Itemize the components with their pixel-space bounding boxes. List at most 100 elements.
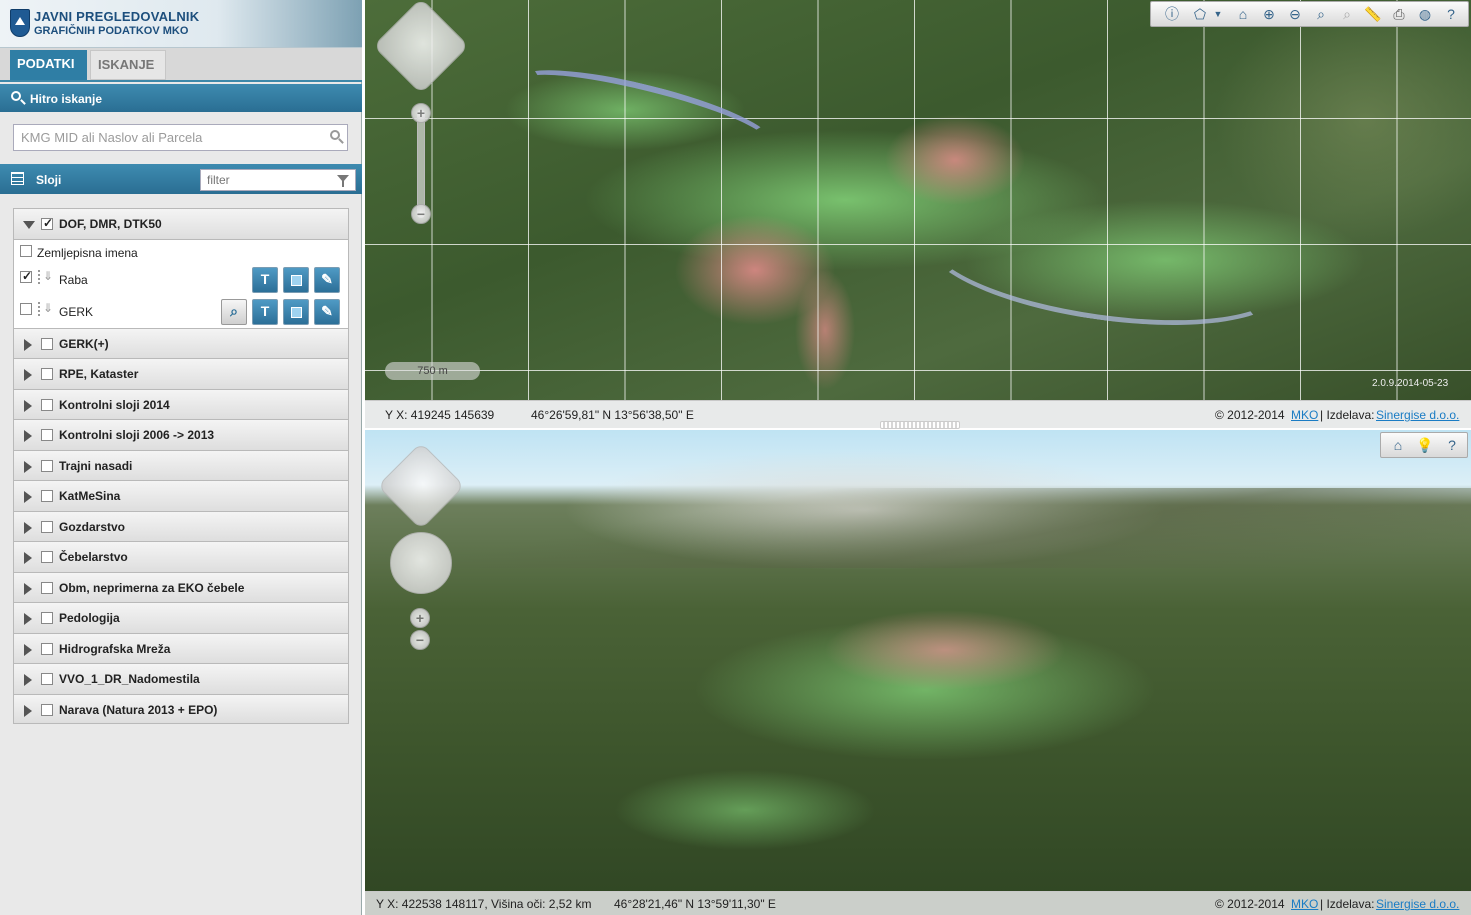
expand-triangle-icon[interactable] (24, 338, 32, 351)
layer-checkbox[interactable] (20, 269, 32, 283)
drag-handle-icon[interactable] (38, 269, 53, 286)
layer-group-checkbox[interactable] (41, 490, 53, 502)
quick-search-title: Hitro iskanje (30, 92, 103, 106)
view-splitter-handle[interactable] (880, 421, 960, 429)
text-icon[interactable]: T (252, 266, 278, 293)
layer-group-checkbox[interactable] (41, 551, 53, 563)
style-brush-icon[interactable]: ✎ (314, 266, 340, 293)
help-icon[interactable]: ? (1440, 4, 1462, 24)
drag-handle-icon[interactable] (38, 301, 53, 318)
filter-funnel-icon[interactable] (337, 175, 349, 187)
copyright-text: © 2012-2014 (1215, 408, 1285, 422)
layer-group[interactable]: Gozdarstvo (13, 510, 349, 541)
zoom-in-icon[interactable]: + (411, 103, 431, 123)
layer-group[interactable]: Kontrolni sloji 2014 (13, 388, 349, 419)
sidebar: JAVNI PREGLEDOVALNIK GRAFIČNIH PODATKOV … (0, 0, 362, 915)
layer-checkbox[interactable] (20, 302, 32, 315)
layer-group[interactable]: Obm, neprimerna za EKO čebele (13, 571, 349, 602)
expand-triangle-icon[interactable] (24, 521, 32, 534)
expand-triangle-icon[interactable] (24, 552, 32, 564)
tab-podatki[interactable]: PODATKI (10, 50, 87, 80)
globe-icon[interactable]: ◍ (1414, 4, 1436, 24)
style-brush-icon[interactable]: ✎ (314, 298, 340, 325)
layer-group-checkbox[interactable] (41, 581, 53, 594)
layer-group[interactable]: Čebelarstvo (13, 541, 349, 572)
map-3d-view[interactable]: + − (365, 430, 1471, 915)
expand-triangle-icon[interactable] (24, 674, 32, 686)
map-2d-view[interactable]: + − 750 m 2.0.9.2014-05-23 (365, 0, 1471, 400)
layer-group-label: GERK(+) (59, 336, 109, 351)
expand-triangle-icon[interactable] (24, 399, 32, 412)
layer-group-checkbox[interactable] (41, 703, 53, 716)
zoom-box-icon[interactable]: ⌕ (1310, 4, 1332, 24)
tab-iskanje[interactable]: ISKANJE (90, 50, 166, 80)
zoom-out-icon[interactable]: − (411, 204, 431, 224)
layer-group-label: Kontrolni sloji 2006 -> 2013 (59, 428, 215, 442)
legend-box-icon[interactable] (283, 266, 309, 293)
layer-group-checkbox[interactable] (41, 673, 53, 685)
layer-group-checkbox[interactable] (41, 642, 53, 655)
collapse-triangle-icon[interactable] (23, 221, 35, 229)
scale-bar: 750 m (385, 362, 480, 380)
measure-icon[interactable]: 📏 (1362, 4, 1384, 24)
search-icon[interactable]: ⌕ (221, 298, 247, 325)
layer-label: GERK (59, 304, 94, 319)
layer-group-checkbox[interactable] (41, 612, 53, 624)
text-icon[interactable]: T (252, 298, 278, 325)
zoom-out-icon[interactable]: ⊖ (1284, 4, 1306, 24)
layer-group[interactable]: Pedologija (13, 602, 349, 633)
sinergise-link[interactable]: Sinergise d.o.o. (1376, 408, 1459, 422)
layer-row: GERK ⌕ T ✎ (14, 296, 348, 328)
layer-group[interactable]: Hidrografska Mreža (13, 632, 349, 663)
layer-group-checkbox[interactable] (41, 337, 53, 350)
mko-link[interactable]: MKO (1291, 408, 1318, 422)
expand-triangle-icon[interactable] (24, 613, 32, 625)
zoom-in-icon[interactable]: ⊕ (1258, 4, 1280, 24)
layer-group[interactable]: VVO_1_DR_Nadomestila (13, 663, 349, 694)
info-icon[interactable]: ⓘ (1161, 4, 1183, 24)
zoom-in-icon[interactable]: + (410, 608, 430, 628)
lightbulb-icon[interactable]: 💡 (1414, 435, 1436, 455)
search-input[interactable] (13, 124, 348, 151)
help-icon[interactable]: ? (1441, 435, 1463, 455)
expand-triangle-icon[interactable] (24, 491, 32, 503)
layer-group[interactable]: KatMeSina (13, 480, 349, 511)
layer-group-checkbox[interactable] (41, 216, 53, 230)
layer-group-checkbox[interactable] (41, 520, 53, 533)
legend-box-icon[interactable] (283, 298, 309, 325)
home-icon[interactable]: ⌂ (1387, 435, 1409, 455)
layer-group[interactable]: Kontrolni sloji 2006 -> 2013 (13, 419, 349, 450)
rotate-compass-icon[interactable] (390, 532, 452, 594)
zoom-slider[interactable] (417, 110, 425, 218)
zoom-out-icon[interactable]: − (410, 630, 430, 650)
layer-group-checkbox[interactable] (41, 429, 53, 441)
home-icon[interactable]: ⌂ (1232, 4, 1254, 24)
mko-link[interactable]: MKO (1291, 897, 1318, 911)
layer-filter-input[interactable] (200, 169, 356, 191)
layer-group-checkbox[interactable] (41, 368, 53, 380)
dropdown-icon[interactable]: ▼ (1207, 4, 1229, 24)
search-submit-icon[interactable] (330, 130, 340, 140)
layer-checkbox[interactable] (20, 244, 32, 257)
layer-group[interactable]: RPE, Kataster (13, 358, 349, 389)
layer-group[interactable]: DOF, DMR, DTK50 (13, 208, 349, 239)
zoom-previous-icon[interactable]: ⌕ (1336, 4, 1358, 24)
layer-group[interactable]: GERK(+) (13, 327, 349, 358)
layer-group-label: Narava (Natura 2013 + EPO) (59, 702, 218, 717)
app-title-line1: JAVNI PREGLEDOVALNIK (34, 9, 200, 24)
expand-triangle-icon[interactable] (24, 460, 32, 473)
layer-group-checkbox[interactable] (41, 459, 53, 472)
copyright-text: © 2012-2014 (1215, 897, 1285, 911)
expand-triangle-icon[interactable] (24, 430, 32, 442)
layer-group-checkbox[interactable] (41, 398, 53, 411)
expand-triangle-icon[interactable] (24, 704, 32, 717)
expand-triangle-icon[interactable] (24, 643, 32, 656)
layer-group[interactable]: Trajni nasadi (13, 449, 349, 480)
expand-triangle-icon[interactable] (24, 369, 32, 381)
tab-bar: PODATKI ISKANJE (0, 48, 362, 82)
quick-search-header[interactable]: Hitro iskanje (0, 84, 362, 112)
expand-triangle-icon[interactable] (24, 582, 32, 595)
layer-group[interactable]: Narava (Natura 2013 + EPO) (13, 693, 349, 724)
sinergise-link[interactable]: Sinergise d.o.o. (1376, 897, 1459, 911)
print-icon[interactable]: ⎙ (1388, 4, 1410, 24)
